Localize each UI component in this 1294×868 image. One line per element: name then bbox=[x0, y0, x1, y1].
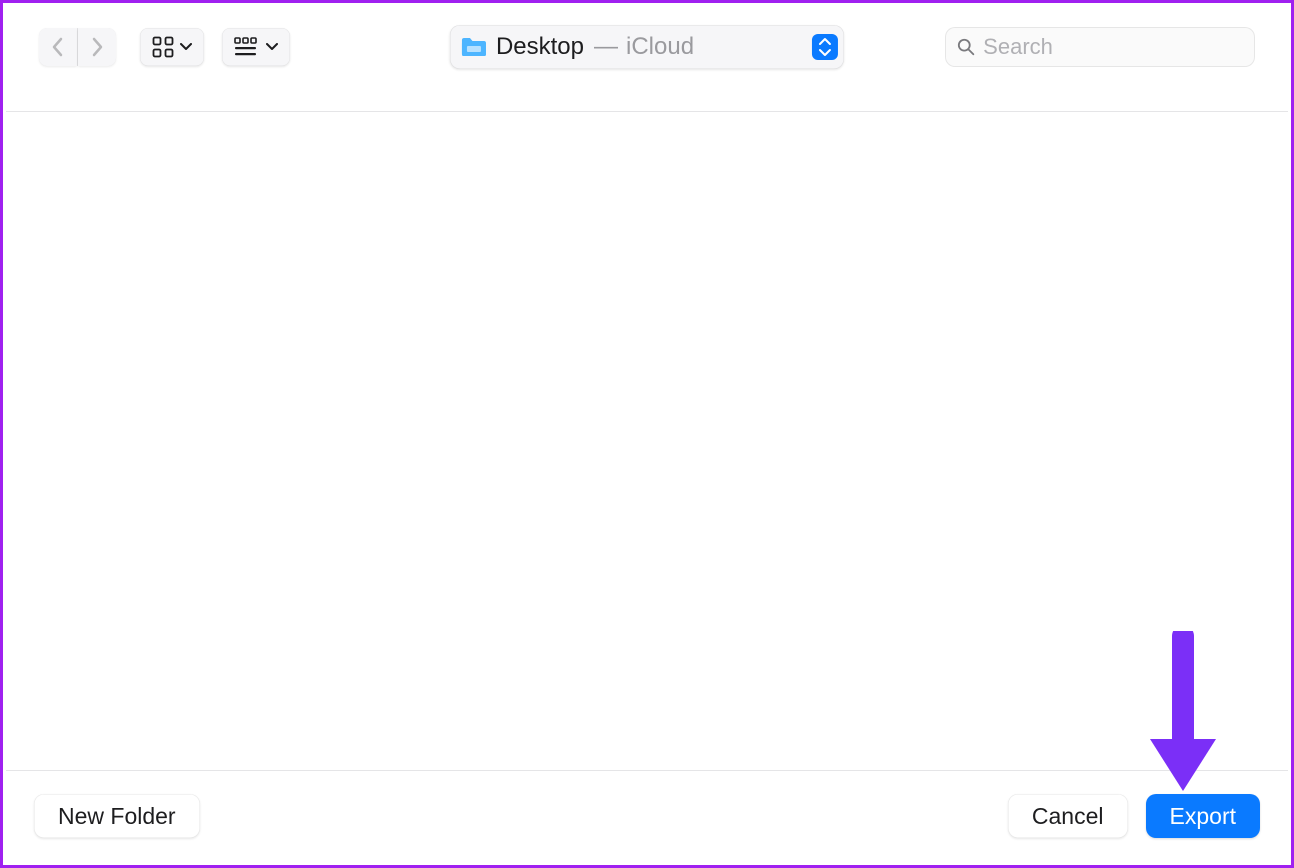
grid-icon bbox=[152, 36, 174, 58]
export-button[interactable]: Export bbox=[1146, 794, 1260, 838]
cancel-button[interactable]: Cancel bbox=[1008, 794, 1128, 838]
location-source: iCloud bbox=[626, 33, 694, 61]
group-icon bbox=[234, 37, 260, 57]
back-button[interactable] bbox=[39, 28, 77, 66]
location-folder-name: Desktop bbox=[496, 33, 584, 61]
location-separator: — bbox=[594, 33, 618, 61]
chevron-right-icon bbox=[90, 37, 104, 57]
chevron-down-icon bbox=[180, 43, 192, 51]
new-folder-button[interactable]: New Folder bbox=[34, 794, 200, 838]
view-group-button[interactable] bbox=[222, 28, 290, 66]
footer-actions: Cancel Export bbox=[1008, 794, 1260, 838]
search-input[interactable] bbox=[983, 34, 1243, 60]
toolbar: Desktop — iCloud bbox=[3, 3, 1291, 91]
view-grid-button[interactable] bbox=[140, 28, 204, 66]
footer: New Folder Cancel Export bbox=[6, 781, 1288, 851]
updown-arrows-icon bbox=[812, 34, 838, 60]
chevron-down-icon bbox=[266, 43, 278, 51]
footer-divider bbox=[6, 770, 1288, 771]
nav-button-group bbox=[39, 28, 116, 66]
chevron-left-icon bbox=[51, 37, 65, 57]
search-field[interactable] bbox=[945, 27, 1255, 67]
file-list-area[interactable] bbox=[6, 112, 1288, 768]
location-selector[interactable]: Desktop — iCloud bbox=[450, 25, 844, 69]
forward-button[interactable] bbox=[78, 28, 116, 66]
folder-icon bbox=[460, 36, 488, 58]
search-icon bbox=[957, 37, 975, 57]
